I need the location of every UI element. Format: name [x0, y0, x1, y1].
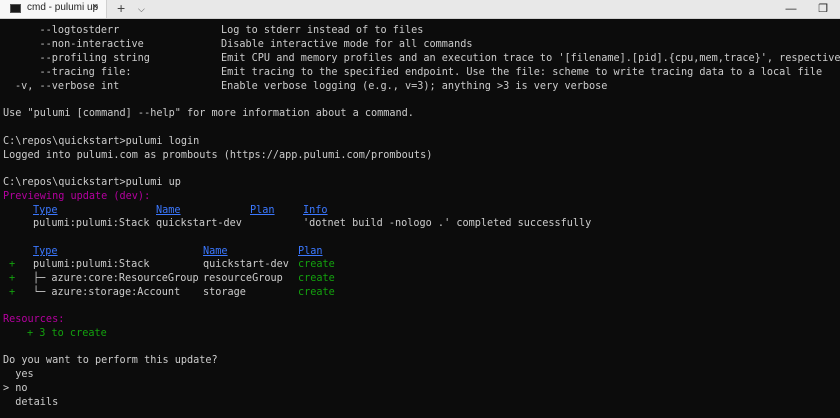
resources-summary: + 3 to create — [27, 328, 107, 339]
table-row: + └─ azure:storage:Account storage creat… — [9, 287, 335, 298]
table-row: pulumi:pulumi:Stack quickstart-dev 'dotn… — [33, 218, 592, 229]
column-header-info: Info — [303, 205, 328, 216]
maximize-button[interactable]: ❐ — [808, 0, 838, 18]
table-row: + pulumi:pulumi:Stack quickstart-dev cre… — [9, 259, 335, 270]
option-no[interactable]: > no — [3, 382, 28, 395]
plus-icon: + — [9, 287, 16, 298]
login-prompt: C:\repos\quickstart>pulumi login — [3, 136, 200, 147]
option-yes[interactable]: yes — [3, 368, 33, 381]
terminal-output[interactable]: --logtostderr Log to stderr instead of t… — [0, 19, 840, 418]
column-header-type: Type — [33, 246, 58, 257]
plus-icon: + — [9, 259, 16, 270]
resources-label: Resources: — [3, 314, 65, 325]
table-row: + ├─ azure:core:ResourceGroup resourceGr… — [9, 273, 335, 284]
column-header-plan: Plan — [250, 205, 275, 216]
help-flag-row: -v, --verbose int Enable verbose logging… — [15, 81, 608, 92]
help-flag-row: --profiling string Emit CPU and memory p… — [15, 53, 840, 64]
login-output: Logged into pulumi.com as prombouts (htt… — [3, 150, 433, 161]
column-header-type: Type — [33, 205, 58, 216]
terminal-icon — [10, 4, 21, 13]
table1-header: Type Name Plan Info — [3, 204, 623, 217]
up-prompt: C:\repos\quickstart>pulumi up — [3, 177, 181, 188]
tab-title: cmd - pulumi up — [27, 2, 99, 13]
new-tab-icon[interactable]: + — [117, 0, 125, 17]
column-header-name: Name — [156, 205, 181, 216]
table2-header: Type Name Plan — [3, 245, 403, 258]
help-flag-row: --tracing file: Emit tracing to the spec… — [15, 67, 823, 78]
option-details[interactable]: details — [3, 396, 58, 409]
chevron-down-icon[interactable]: ⌵ — [138, 1, 145, 18]
help-footer: Use "pulumi [command] --help" for more i… — [3, 108, 414, 119]
title-bar: cmd - pulumi up × + ⌵ — ❐ — [0, 0, 840, 19]
minimize-button[interactable]: — — [776, 0, 806, 18]
close-tab-icon[interactable]: × — [92, 1, 98, 13]
help-flag-row: --logtostderr Log to stderr instead of t… — [15, 25, 424, 36]
column-header-name: Name — [203, 246, 228, 257]
confirm-question: Do you want to perform this update? — [3, 355, 218, 366]
column-header-plan: Plan — [298, 246, 323, 257]
help-flag-row: --non-interactive Disable interactive mo… — [15, 39, 473, 50]
plus-icon: + — [9, 273, 16, 284]
tab-cmd[interactable]: cmd - pulumi up × — [0, 0, 107, 18]
previewing-heading: Previewing update (dev): — [3, 191, 151, 202]
